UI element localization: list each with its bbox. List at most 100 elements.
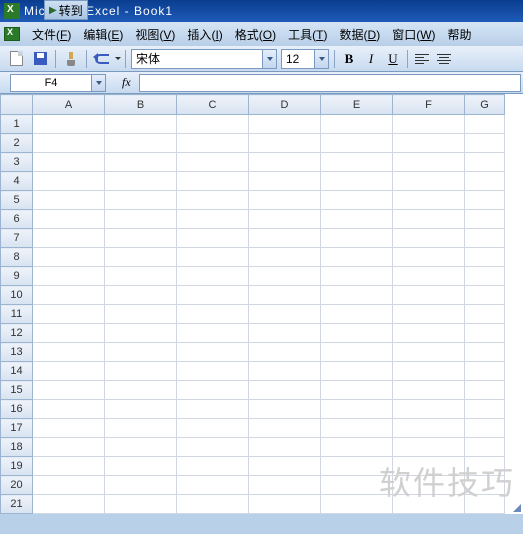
cell-F16[interactable] [393, 400, 465, 419]
font-name-combo[interactable]: 宋体 [131, 49, 277, 69]
cell-G11[interactable] [465, 305, 505, 324]
menu-help[interactable]: 帮助 [442, 23, 478, 46]
cell-A6[interactable] [33, 210, 105, 229]
cell-A13[interactable] [33, 343, 105, 362]
cell-E16[interactable] [321, 400, 393, 419]
cell-A11[interactable] [33, 305, 105, 324]
row-header-1[interactable]: 1 [1, 115, 33, 134]
cell-B1[interactable] [105, 115, 177, 134]
undo-button[interactable] [91, 48, 113, 70]
cell-D4[interactable] [249, 172, 321, 191]
cell-C14[interactable] [177, 362, 249, 381]
menu-format[interactable]: 格式(O) [229, 23, 282, 46]
cell-A17[interactable] [33, 419, 105, 438]
cell-G3[interactable] [465, 153, 505, 172]
cell-D2[interactable] [249, 134, 321, 153]
cell-A16[interactable] [33, 400, 105, 419]
name-box[interactable]: F4 [10, 74, 106, 92]
cell-F7[interactable] [393, 229, 465, 248]
chevron-down-icon[interactable] [91, 75, 105, 91]
cell-C18[interactable] [177, 438, 249, 457]
cell-E13[interactable] [321, 343, 393, 362]
cell-F4[interactable] [393, 172, 465, 191]
cell-E3[interactable] [321, 153, 393, 172]
excel-doc-icon[interactable] [4, 27, 20, 41]
menu-view[interactable]: 视图(V) [129, 23, 181, 46]
cell-A2[interactable] [33, 134, 105, 153]
cell-C3[interactable] [177, 153, 249, 172]
cell-D21[interactable] [249, 495, 321, 514]
cell-C16[interactable] [177, 400, 249, 419]
cell-C17[interactable] [177, 419, 249, 438]
row-header-18[interactable]: 18 [1, 438, 33, 457]
cell-E12[interactable] [321, 324, 393, 343]
cell-B16[interactable] [105, 400, 177, 419]
cell-G14[interactable] [465, 362, 505, 381]
menu-file[interactable]: 文件(F) [26, 23, 77, 46]
menu-edit[interactable]: 编辑(E) [77, 23, 129, 46]
underline-button[interactable]: U [383, 49, 403, 69]
cell-F19[interactable] [393, 457, 465, 476]
italic-button[interactable]: I [361, 49, 381, 69]
cell-E1[interactable] [321, 115, 393, 134]
cell-F3[interactable] [393, 153, 465, 172]
cell-B11[interactable] [105, 305, 177, 324]
column-header-g[interactable]: G [465, 95, 505, 115]
cell-C19[interactable] [177, 457, 249, 476]
cell-A7[interactable] [33, 229, 105, 248]
row-header-11[interactable]: 11 [1, 305, 33, 324]
cell-C9[interactable] [177, 267, 249, 286]
cell-A9[interactable] [33, 267, 105, 286]
cell-C1[interactable] [177, 115, 249, 134]
cell-F2[interactable] [393, 134, 465, 153]
cell-C7[interactable] [177, 229, 249, 248]
new-button[interactable] [5, 48, 27, 70]
cell-G6[interactable] [465, 210, 505, 229]
cell-A18[interactable] [33, 438, 105, 457]
cell-B8[interactable] [105, 248, 177, 267]
cell-F15[interactable] [393, 381, 465, 400]
select-all-corner[interactable] [1, 95, 33, 115]
cell-D1[interactable] [249, 115, 321, 134]
cell-C13[interactable] [177, 343, 249, 362]
cell-F14[interactable] [393, 362, 465, 381]
cell-F18[interactable] [393, 438, 465, 457]
cell-B10[interactable] [105, 286, 177, 305]
row-header-19[interactable]: 19 [1, 457, 33, 476]
cell-E6[interactable] [321, 210, 393, 229]
cell-D12[interactable] [249, 324, 321, 343]
cell-A1[interactable] [33, 115, 105, 134]
row-header-6[interactable]: 6 [1, 210, 33, 229]
align-left-button[interactable] [412, 49, 432, 69]
cell-G18[interactable] [465, 438, 505, 457]
cell-E15[interactable] [321, 381, 393, 400]
row-header-4[interactable]: 4 [1, 172, 33, 191]
cell-G17[interactable] [465, 419, 505, 438]
cell-C12[interactable] [177, 324, 249, 343]
row-header-7[interactable]: 7 [1, 229, 33, 248]
cell-B9[interactable] [105, 267, 177, 286]
row-header-8[interactable]: 8 [1, 248, 33, 267]
row-header-16[interactable]: 16 [1, 400, 33, 419]
cell-C6[interactable] [177, 210, 249, 229]
cell-A4[interactable] [33, 172, 105, 191]
format-painter-button[interactable] [60, 48, 82, 70]
cell-A14[interactable] [33, 362, 105, 381]
cell-D16[interactable] [249, 400, 321, 419]
row-header-17[interactable]: 17 [1, 419, 33, 438]
menu-window[interactable]: 窗口(W) [386, 23, 441, 46]
row-header-12[interactable]: 12 [1, 324, 33, 343]
menu-tools[interactable]: 工具(T) [282, 23, 333, 46]
cell-E7[interactable] [321, 229, 393, 248]
row-header-9[interactable]: 9 [1, 267, 33, 286]
cell-D13[interactable] [249, 343, 321, 362]
cell-E21[interactable] [321, 495, 393, 514]
cell-C15[interactable] [177, 381, 249, 400]
undo-dropdown[interactable] [114, 57, 122, 60]
cell-G13[interactable] [465, 343, 505, 362]
cell-G5[interactable] [465, 191, 505, 210]
cell-E19[interactable] [321, 457, 393, 476]
cell-C21[interactable] [177, 495, 249, 514]
cell-E18[interactable] [321, 438, 393, 457]
cell-G19[interactable] [465, 457, 505, 476]
